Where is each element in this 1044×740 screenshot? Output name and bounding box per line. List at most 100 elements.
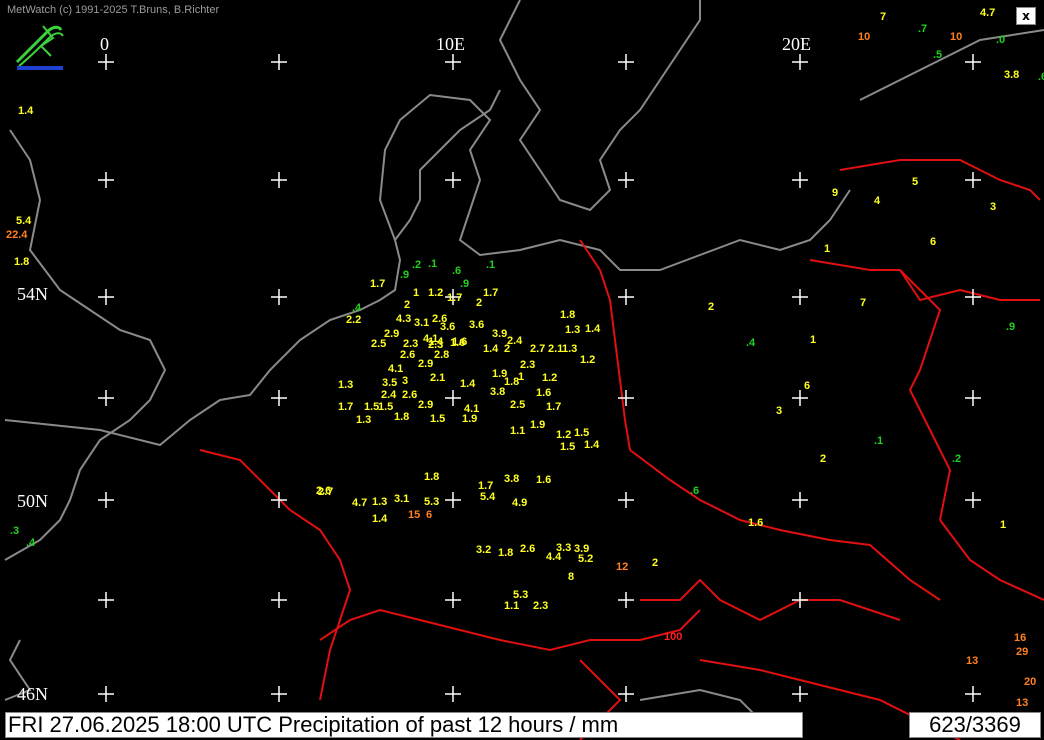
station-value: .1 <box>874 435 883 447</box>
station-value: 1.2 <box>542 372 557 384</box>
station-value: .5 <box>933 49 942 61</box>
station-value: 3.1 <box>394 493 409 505</box>
station-value: 2.9 <box>418 358 433 370</box>
station-value: 1.4 <box>483 343 499 355</box>
station-value: 2.6 <box>316 485 331 497</box>
station-value: .4 <box>352 302 362 314</box>
station-value: .6 <box>1038 71 1044 83</box>
station-value: 1.1 <box>510 425 525 437</box>
station-value: 1.5 <box>378 401 393 413</box>
station-value: 1.8 <box>560 309 575 321</box>
station-value: 2 <box>652 557 658 569</box>
station-value: .9 <box>400 269 409 281</box>
footer-bar: FRI 27.06.2025 18:00 UTC Precipitation o… <box>0 710 1044 740</box>
station-value: 16 <box>1014 632 1026 644</box>
station-value: .1 <box>428 258 437 270</box>
station-value: 1.8 <box>504 376 519 388</box>
station-value: 1.5 <box>574 427 589 439</box>
station-value: 3.2 <box>476 544 491 556</box>
station-value: 5.2 <box>578 553 593 565</box>
station-value: 1.3 <box>562 343 577 355</box>
station-value: 2 <box>504 343 510 355</box>
station-value: 2.4 <box>381 389 397 401</box>
station-value: 2.2 <box>346 314 361 326</box>
station-value: 1.9 <box>530 419 545 431</box>
station-value: 1.2 <box>580 354 595 366</box>
station-value: 1.4 <box>18 105 34 117</box>
station-value: 7 <box>880 11 886 23</box>
label-lat-54n: 54N <box>17 284 48 304</box>
station-value: 1.2 <box>428 287 443 299</box>
station-value: 1.8 <box>424 471 439 483</box>
station-value: 100 <box>664 631 682 643</box>
station-value: 1.1 <box>504 600 519 612</box>
station-value: 1.3 <box>356 414 371 426</box>
station-value: 3 <box>776 405 782 417</box>
station-value: 29 <box>1016 646 1028 658</box>
station-value: 1.7 <box>483 287 498 299</box>
station-value: 5.3 <box>424 496 439 508</box>
station-value: .1 <box>486 259 495 271</box>
station-value: .9 <box>1006 321 1015 333</box>
label-lat-46n: 46N <box>17 684 48 704</box>
station-value: 2.9 <box>418 399 433 411</box>
station-value: 2.5 <box>371 338 386 350</box>
station-value: 5 <box>912 176 918 188</box>
station-value: 4 <box>874 195 881 207</box>
station-value: 13 <box>1016 697 1028 709</box>
station-value: 1.5 <box>430 413 445 425</box>
station-value: 3.1 <box>414 317 429 329</box>
station-value: 1.4 <box>585 323 601 335</box>
station-value: .6 <box>452 265 461 277</box>
label-lon-20e: 20E <box>782 34 811 54</box>
station-value: .4 <box>26 537 36 549</box>
station-value: 1.3 <box>338 379 353 391</box>
station-value: .9 <box>460 278 469 290</box>
copyright-text: MetWatch (c) 1991-2025 T.Bruns, B.Richte… <box>7 4 220 16</box>
station-value: 4.4 <box>546 551 562 563</box>
station-value: .4 <box>746 337 756 349</box>
station-value: 4.1 <box>388 363 403 375</box>
station-value: 7 <box>860 297 866 309</box>
station-value: 1.7 <box>546 401 561 413</box>
station-value: 1.6 <box>452 336 467 348</box>
station-value: .2 <box>952 453 961 465</box>
station-value: 3.6 <box>469 319 484 331</box>
station-value: 1.9 <box>462 413 477 425</box>
station-value: 2 <box>708 301 714 313</box>
metwatch-logo <box>13 22 65 72</box>
station-value: 4.7 <box>352 497 367 509</box>
station-value: 1.8 <box>14 256 29 268</box>
station-value: 6 <box>930 236 936 248</box>
station-value: .0 <box>996 34 1005 46</box>
station-value: 1 <box>413 287 419 299</box>
station-value: 1.7 <box>370 278 385 290</box>
close-button[interactable]: x <box>1016 7 1036 25</box>
station-value: 20 <box>1024 676 1036 688</box>
station-value: 2.6 <box>400 349 415 361</box>
precipitation-map[interactable]: 0 10E 20E 54N 50N 46N 1.45.422.41.8.3.41… <box>0 0 1044 740</box>
station-value: 1 <box>824 243 830 255</box>
station-value: 2.1 <box>548 343 563 355</box>
station-value: 5.4 <box>16 215 32 227</box>
label-lon-10e: 10E <box>436 34 465 54</box>
station-value: 6 <box>426 509 432 521</box>
station-value: 2.1 <box>430 372 445 384</box>
station-value: 2.5 <box>510 399 525 411</box>
station-value: 12 <box>616 561 628 573</box>
station-value: 3.8 <box>1004 69 1019 81</box>
station-count: 623/3369 <box>909 712 1041 738</box>
station-value: 1 <box>810 334 816 346</box>
station-value: 1.3 <box>565 324 580 336</box>
station-value: 1.3 <box>372 496 387 508</box>
station-value: 1.4 <box>372 513 388 525</box>
station-value: 1.8 <box>498 547 513 559</box>
station-value: 2 <box>404 299 410 311</box>
station-value: 1 <box>1000 519 1006 531</box>
station-value: 3.6 <box>440 321 455 333</box>
station-value: 22.4 <box>6 229 28 241</box>
station-value: 1.6 <box>748 517 763 529</box>
map-title: FRI 27.06.2025 18:00 UTC Precipitation o… <box>5 712 803 738</box>
station-value: 10 <box>950 31 962 43</box>
station-value: 3 <box>990 201 996 213</box>
